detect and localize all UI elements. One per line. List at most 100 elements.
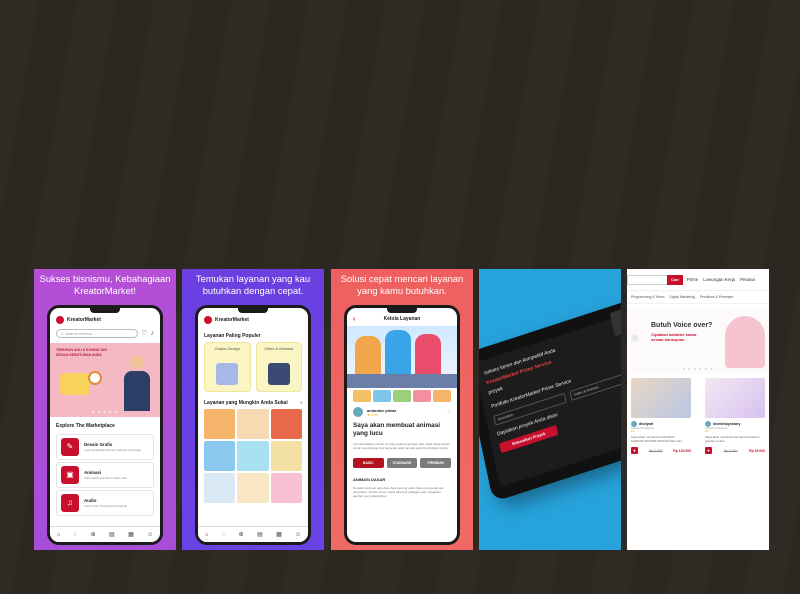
bell-icon[interactable]: ♪: [151, 330, 155, 337]
tab-premium[interactable]: PREMIUM: [420, 458, 452, 468]
package-title: ANIMASI DASAR: [353, 477, 386, 482]
price: Rp 25.000: [749, 448, 765, 453]
thumbnail[interactable]: [393, 390, 411, 402]
search-nav-icon[interactable]: ⊕: [239, 531, 244, 538]
gift-icon[interactable]: ▦: [276, 531, 282, 538]
orders-icon[interactable]: ▤: [257, 531, 263, 538]
service-image: [631, 378, 691, 418]
grid-item[interactable]: [237, 409, 269, 439]
pencil-ruler-icon: [216, 363, 239, 385]
grid-item[interactable]: [270, 473, 302, 503]
category-link[interactable]: Programming & Tekno: [631, 295, 664, 299]
screenshot-panel-services: Temukan layanan yang kau butuhkan dengan…: [182, 269, 324, 550]
phone-frame: ‹ Kelola Layanan animotor pintar ★ 4.90 …: [344, 305, 460, 545]
link-orders[interactable]: Pesana: [740, 277, 755, 282]
illustration-crowd: [347, 374, 457, 388]
camera-icon: ▣: [61, 466, 79, 484]
back-arrow-icon[interactable]: ‹: [353, 316, 355, 323]
orders-icon[interactable]: ▤: [109, 531, 115, 538]
seller-row[interactable]: animotor pintar ★ 4.90 ◌: [347, 404, 457, 420]
voice-over-banner[interactable]: ‹ Butuh Voice over? Ciptakan karakter su…: [627, 308, 769, 374]
heart-icon[interactable]: ♥: [705, 447, 712, 454]
thumbnail[interactable]: [353, 390, 371, 402]
grid-item[interactable]: [270, 409, 302, 439]
logo-icon: [56, 316, 64, 324]
phone-frame: KreatorMarket Layanan Paling Populer Gra…: [195, 305, 311, 545]
old-price: Rp 5.000: [723, 448, 738, 453]
detail-header-title: Kelola Layanan: [383, 316, 421, 322]
grid-item[interactable]: [237, 473, 269, 503]
search-nav-icon[interactable]: ⊕: [91, 531, 96, 538]
phone-notch: [238, 308, 268, 313]
web-topbar: Cari Prime Lowongan Kerja Pesana: [627, 269, 769, 291]
category-link[interactable]: Penulisan & Penerjem: [700, 295, 734, 299]
grid-item[interactable]: [204, 441, 236, 471]
carousel-dots[interactable]: ● ● ● ● ● ●: [627, 366, 769, 371]
grid-item[interactable]: [237, 441, 269, 471]
card-footer: ♥ Rp 5.000 Rp 25.000: [705, 443, 765, 454]
illustration-businessman: [122, 355, 152, 415]
thumbnail[interactable]: [433, 390, 451, 402]
chat-icon[interactable]: ◌: [222, 532, 226, 538]
chat-icon[interactable]: ◌: [447, 409, 451, 415]
category-title: Desain Grafis: [84, 442, 113, 447]
category-card-animasi[interactable]: ▣ Animasi Video Editing & Short Video Ad…: [56, 462, 154, 488]
profile-icon[interactable]: ☺: [147, 532, 153, 538]
tab-basic[interactable]: BASIC: [353, 458, 384, 468]
link-jobs[interactable]: Lowongan Kerja: [703, 277, 735, 282]
category-title: Audio: [84, 498, 97, 503]
seller-name: lovedesignstory: [713, 422, 741, 426]
search-input[interactable]: ⌕ Search Service...: [56, 329, 139, 338]
thumbnail[interactable]: [413, 390, 431, 402]
heart-icon[interactable]: ♡: [141, 330, 147, 337]
screenshot-panel-tablet: sukses keren dan kompetitif Anda Kreator…: [479, 269, 621, 550]
service-description: Animasi adalah metode di mana sebuah gam…: [353, 442, 450, 450]
old-price: Rp 2.500: [648, 448, 663, 453]
logo-icon: [204, 316, 212, 324]
grid-item[interactable]: [204, 409, 236, 439]
gift-icon[interactable]: ▦: [128, 531, 134, 538]
home-icon[interactable]: ⌂: [57, 532, 61, 538]
profile-icon[interactable]: ☺: [295, 532, 301, 538]
search-icon: ⌕: [61, 331, 64, 336]
category-bar: Programming & Tekno Digital Marketing Pe…: [627, 291, 769, 304]
carousel-dots[interactable]: ● ● ● ● ●: [50, 409, 160, 414]
grid-item[interactable]: [270, 441, 302, 471]
app-name: KreatorMarket: [215, 317, 249, 323]
illustration-character: [355, 336, 381, 376]
popular-card-video[interactable]: Video & Animasi: [255, 342, 302, 392]
category-sub: Voice Over, Pembuatan & Musik: [84, 504, 128, 508]
home-icon[interactable]: ⌂: [205, 532, 209, 538]
chat-icon[interactable]: ◌: [74, 532, 78, 538]
tab-standard[interactable]: STANDARD: [386, 458, 418, 468]
chevron-left-icon[interactable]: ‹: [631, 334, 639, 342]
chevron-right-icon[interactable]: ›: [300, 400, 302, 406]
category-card-desain[interactable]: ✎ Desain Grafis Logo & Identitas Merek, …: [56, 434, 154, 460]
hero-banner[interactable]: TEMUKAN AHLI & KONSULTAN SESUAI KEBUTUHA…: [50, 343, 160, 417]
category-sub: Video Editing & Short Video Ads: [84, 476, 127, 480]
palette-icon: ✎: [61, 438, 79, 456]
illustration-clock: [88, 371, 102, 385]
popular-card-design[interactable]: Grapic Design: [204, 342, 251, 392]
seller-rating: ★ 4.90: [367, 412, 378, 417]
category-sub: Logo & Identitas Merek, Ilustrasi, Kemas…: [84, 448, 142, 452]
popular-label: Grapic Design: [214, 346, 240, 351]
service-card[interactable]: lovedesignstory Kategori Freelancer 5.0 …: [705, 378, 765, 454]
thumbnail[interactable]: [373, 390, 391, 402]
card-footer: ♥ Rp 2.500 Rp 125.000: [631, 443, 691, 454]
grid-item[interactable]: [204, 473, 236, 503]
link-prime[interactable]: Prime: [687, 277, 698, 282]
seller-row: lovedesignstory: [705, 418, 765, 427]
service-banner: [347, 326, 457, 388]
search-button[interactable]: Cari: [667, 274, 683, 285]
service-card[interactable]: dhotyart Kategori Freelancer 4.9 Saya ak…: [631, 378, 691, 454]
service-description: Saya akan membuat ILUSTRASI KARIKATUR/KA…: [631, 435, 682, 443]
category-card-audio[interactable]: ♫ Audio Voice Over, Pembuatan & Musik: [56, 490, 154, 516]
search-input[interactable]: [627, 274, 667, 285]
heart-icon[interactable]: ♥: [631, 447, 638, 454]
category-link[interactable]: Digital Marketing: [669, 295, 694, 299]
panel-caption: Sukses bisnismu, Kebahagiaan KreatorMark…: [39, 273, 171, 296]
screenshot-panel-detail: Solusi cepat mencari layanan yang kamu b…: [331, 269, 473, 550]
thumbnail-strip: [347, 388, 457, 404]
price: Rp 125.000: [673, 448, 691, 453]
